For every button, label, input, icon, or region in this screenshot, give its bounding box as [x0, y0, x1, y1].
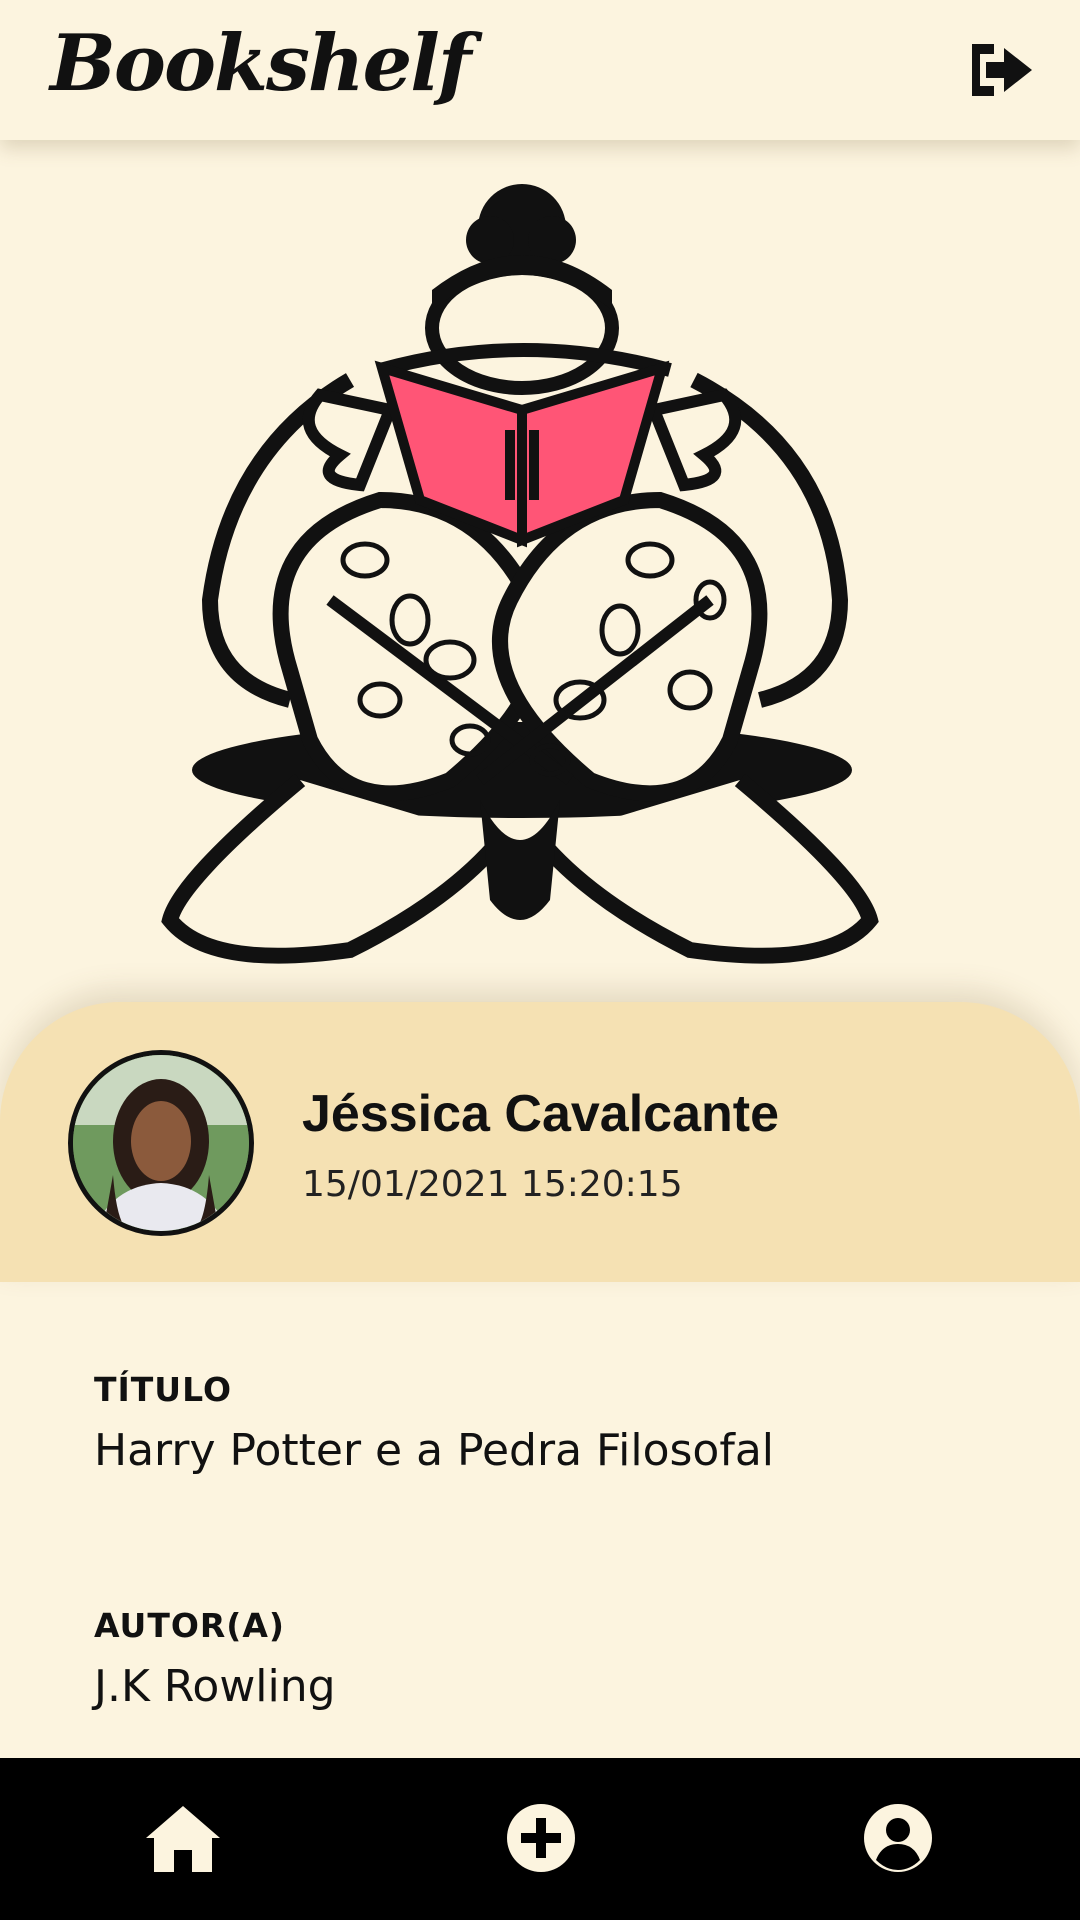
hero-illustration: [0, 140, 1080, 1010]
logout-button[interactable]: [964, 40, 1036, 100]
book-details: TÍTULO Harry Potter e a Pedra Filosofal …: [94, 1370, 994, 1712]
author-label: AUTOR(A): [94, 1606, 285, 1645]
post-timestamp: 15/01/2021 15:20:15: [302, 1164, 683, 1205]
nav-home-button[interactable]: [142, 1802, 224, 1876]
bottom-navigation: [0, 1758, 1080, 1920]
user-circle-icon: [864, 1804, 932, 1872]
add-circle-icon: [507, 1804, 575, 1872]
nav-add-button[interactable]: [505, 1802, 587, 1876]
author-field: AUTOR(A) J.K Rowling: [94, 1606, 994, 1712]
app-header: Bookshelf: [0, 0, 1080, 140]
reading-person-illustration: [161, 184, 879, 964]
sign-out-icon: [972, 44, 1032, 96]
nav-profile-button[interactable]: [862, 1802, 944, 1876]
app-logo: Bookshelf: [50, 18, 471, 109]
home-icon: [146, 1806, 220, 1872]
avatar[interactable]: [68, 1050, 254, 1236]
book-author: J.K Rowling: [94, 1661, 336, 1712]
user-name: Jéssica Cavalcante: [302, 1085, 780, 1143]
title-label: TÍTULO: [94, 1370, 232, 1409]
avatar-photo: [73, 1055, 249, 1231]
book-title: Harry Potter e a Pedra Filosofal: [94, 1425, 775, 1476]
profile-card: Jéssica Cavalcante 15/01/2021 15:20:15: [0, 1002, 1080, 1282]
title-field: TÍTULO Harry Potter e a Pedra Filosofal: [94, 1370, 994, 1476]
